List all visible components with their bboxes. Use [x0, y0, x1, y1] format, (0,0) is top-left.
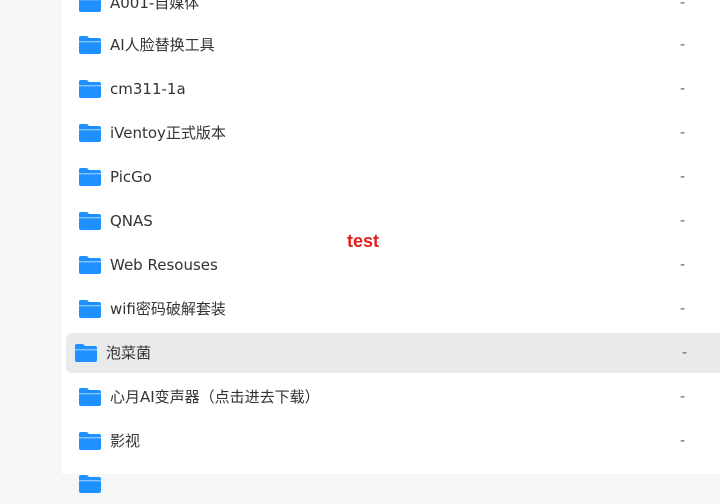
file-size: -: [680, 201, 685, 241]
folder-icon: [78, 474, 102, 494]
file-size: -: [682, 333, 687, 373]
folder-icon: [78, 123, 102, 143]
test-overlay-label: test: [347, 229, 379, 253]
folder-icon: [78, 211, 102, 231]
file-row[interactable]: AI人脸替换工具 -: [62, 25, 720, 65]
folder-icon: [78, 431, 102, 451]
file-row[interactable]: QNAS -: [62, 201, 720, 241]
file-name: QNAS: [110, 201, 153, 241]
file-name: cm311-1a: [110, 69, 186, 109]
file-size: -: [680, 289, 685, 329]
file-name: A001-自媒体: [110, 0, 199, 23]
file-name: 心月AI变声器（点击进去下载）: [110, 377, 320, 417]
folder-icon: [78, 387, 102, 407]
file-row[interactable]: iVentoy正式版本 -: [62, 113, 720, 153]
folder-icon: [78, 0, 102, 13]
file-row[interactable]: A001-自媒体 -: [62, 0, 720, 23]
file-size: -: [680, 113, 685, 153]
file-row[interactable]: [62, 464, 720, 504]
folder-icon: [78, 255, 102, 275]
file-row[interactable]: 心月AI变声器（点击进去下载） -: [62, 377, 720, 417]
folder-icon: [78, 167, 102, 187]
file-size: -: [680, 245, 685, 285]
file-row-selected[interactable]: 泡菜菌 -: [66, 333, 720, 373]
file-row[interactable]: 影视 -: [62, 421, 720, 461]
file-size: -: [680, 157, 685, 197]
file-size: -: [680, 25, 685, 65]
file-size: -: [680, 0, 685, 23]
file-list: A001-自媒体 - AI人脸替换工具 - cm311-1a - iVentoy…: [62, 0, 720, 474]
folder-icon: [74, 343, 98, 363]
file-name: PicGo: [110, 157, 152, 197]
file-size: -: [680, 69, 685, 109]
file-size: -: [680, 377, 685, 417]
folder-icon: [78, 35, 102, 55]
file-name: 泡菜菌: [106, 333, 151, 373]
file-name: 影视: [110, 421, 140, 461]
file-row[interactable]: Web Resouses -: [62, 245, 720, 285]
file-row[interactable]: wifi密码破解套装 -: [62, 289, 720, 329]
file-name: wifi密码破解套装: [110, 289, 226, 329]
folder-icon: [78, 79, 102, 99]
file-name: Web Resouses: [110, 245, 218, 285]
file-name: iVentoy正式版本: [110, 113, 226, 153]
file-row[interactable]: cm311-1a -: [62, 69, 720, 109]
folder-icon: [78, 299, 102, 319]
file-row[interactable]: PicGo -: [62, 157, 720, 197]
file-size: -: [680, 421, 685, 461]
file-name: AI人脸替换工具: [110, 25, 215, 65]
